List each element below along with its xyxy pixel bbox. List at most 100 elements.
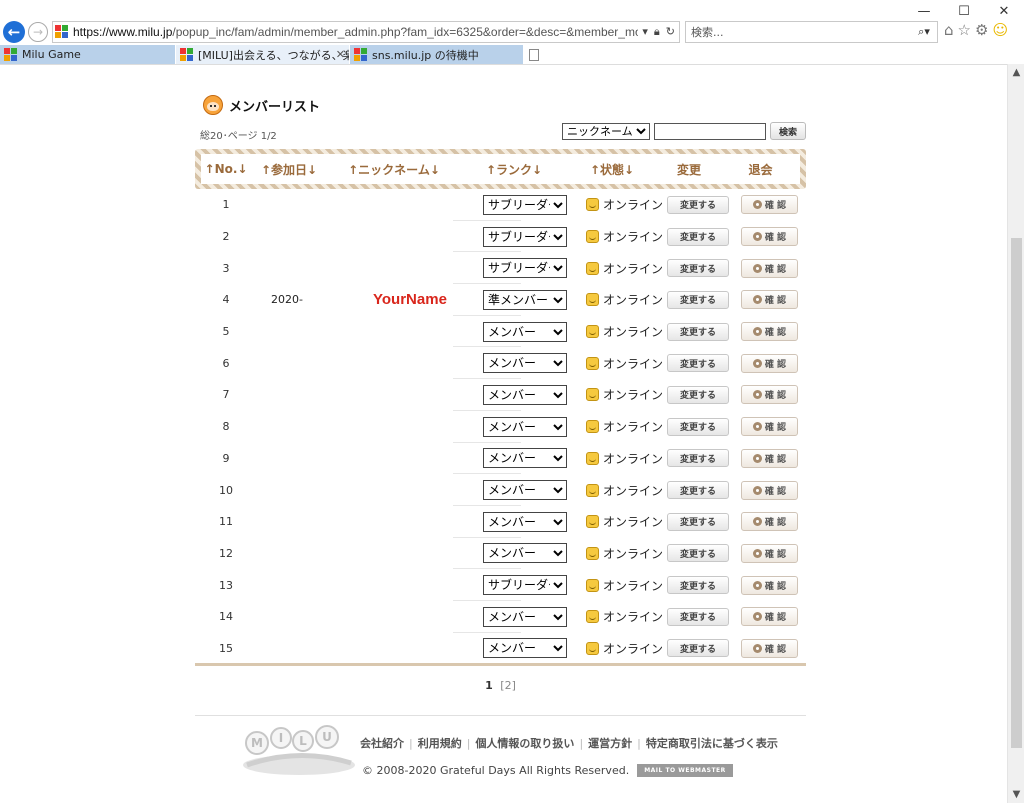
scroll-up-icon[interactable]: ▲ — [1008, 64, 1024, 81]
online-status-icon — [586, 420, 599, 434]
footer-separator: | — [409, 737, 413, 750]
member-nickname[interactable]: YourName — [373, 291, 447, 308]
close-icon[interactable]: ✕ — [984, 0, 1024, 22]
sort-status-header[interactable]: ↑状態↓ — [567, 161, 657, 178]
rank-select[interactable]: メンバー — [483, 321, 567, 342]
confirm-button[interactable]: 確 認 — [741, 638, 798, 658]
rank-select[interactable]: サブリーダー — [483, 575, 567, 596]
home-icon[interactable]: ⌂ — [944, 21, 954, 39]
rank-select[interactable]: サブリーダー — [483, 194, 567, 215]
confirm-circle-icon — [752, 358, 762, 368]
change-button[interactable]: 変更する — [667, 227, 729, 246]
rank-select[interactable]: メンバー — [483, 511, 567, 532]
change-button[interactable]: 変更する — [667, 354, 729, 373]
scroll-thumb[interactable] — [1011, 238, 1022, 748]
sort-no-header[interactable]: ↑No.↓ — [201, 162, 251, 176]
mail-webmaster-button[interactable]: MAIL TO WEBMASTER — [637, 764, 733, 777]
refresh-icon[interactable]: ↻ — [666, 25, 675, 39]
rank-select[interactable]: メンバー — [483, 638, 567, 659]
change-button[interactable]: 変更する — [667, 639, 729, 658]
table-footer-rule — [195, 663, 806, 666]
change-button[interactable]: 変更する — [667, 417, 729, 436]
confirm-button[interactable]: 確 認 — [741, 575, 798, 595]
search-input[interactable] — [654, 122, 766, 140]
footer-link[interactable]: 個人情報の取り扱い — [475, 737, 574, 750]
online-status-icon — [586, 610, 599, 624]
page-link-2[interactable]: [2] — [500, 679, 516, 692]
status-online: オンライン — [586, 608, 663, 625]
forward-button[interactable]: → — [28, 22, 48, 42]
gear-icon[interactable]: ⚙ — [975, 21, 988, 39]
change-button[interactable]: 変更する — [667, 512, 729, 531]
rank-select[interactable]: サブリーダー — [483, 258, 567, 279]
milu-logo[interactable]: M I L U — [239, 725, 359, 779]
table-row: 1 サブリーダー オンライン 変更する 確 認 — [195, 189, 806, 221]
change-button[interactable]: 変更する — [667, 576, 729, 595]
change-button[interactable]: 変更する — [667, 385, 729, 404]
confirm-button[interactable]: 確 認 — [741, 195, 798, 215]
footer-link[interactable]: 特定商取引法に基づく表示 — [646, 737, 778, 750]
rank-select[interactable]: サブリーダー — [483, 226, 567, 247]
rank-select[interactable]: メンバー — [483, 480, 567, 501]
url-text[interactable]: https://www.milu.jp/popup_inc/fam/admin/… — [73, 25, 638, 39]
confirm-button[interactable]: 確 認 — [741, 448, 798, 468]
rank-select[interactable]: メンバー — [483, 448, 567, 469]
dropdown-icon[interactable]: ▾ — [642, 25, 648, 39]
confirm-button[interactable]: 確 認 — [741, 322, 798, 342]
confirm-button[interactable]: 確 認 — [741, 227, 798, 247]
confirm-button[interactable]: 確 認 — [741, 543, 798, 563]
rank-select[interactable]: メンバー — [483, 543, 567, 564]
sort-joined-header[interactable]: ↑参加日↓ — [251, 161, 327, 178]
confirm-button[interactable]: 確 認 — [741, 290, 798, 310]
back-button[interactable]: ← — [3, 21, 25, 43]
footer-link[interactable]: 利用規約 — [418, 737, 462, 750]
confirm-button[interactable]: 確 認 — [741, 385, 798, 405]
change-button[interactable]: 変更する — [667, 481, 729, 500]
rank-select[interactable]: メンバー — [483, 606, 567, 627]
confirm-button[interactable]: 確 認 — [741, 353, 798, 373]
change-button[interactable]: 変更する — [667, 449, 729, 468]
member-no: 10 — [219, 483, 233, 497]
footer-link[interactable]: 運営方針 — [588, 737, 632, 750]
change-button[interactable]: 変更する — [667, 290, 729, 309]
feedback-smiley-icon[interactable]: ☺ — [992, 21, 1008, 39]
status-label: オンライン — [603, 578, 664, 593]
confirm-button[interactable]: 確 認 — [741, 258, 798, 278]
rank-select[interactable]: メンバー — [483, 353, 567, 374]
footer-link[interactable]: 会社紹介 — [360, 737, 404, 750]
change-button[interactable]: 変更する — [667, 259, 729, 278]
search-icon[interactable]: ⌕▾ — [911, 25, 937, 39]
confirm-button[interactable]: 確 認 — [741, 480, 798, 500]
status-online: オンライン — [586, 355, 663, 372]
maximize-icon[interactable]: ☐ — [944, 0, 984, 22]
address-bar[interactable]: https://www.milu.jp/popup_inc/fam/admin/… — [52, 21, 680, 43]
scroll-down-icon[interactable]: ▼ — [1008, 786, 1024, 803]
tab-milu-main[interactable]: [MILU]出会える、つながる、楽し... ✕ — [176, 45, 350, 64]
search-field-select[interactable]: ニックネーム — [562, 122, 650, 140]
rank-select[interactable]: メンバー — [483, 384, 567, 405]
footer-separator: | — [466, 737, 471, 750]
tab-sns-milu[interactable]: sns.milu.jp の待機中 — [350, 45, 524, 64]
lock-icon[interactable]: 🔒︎ — [654, 25, 660, 39]
sort-rank-header[interactable]: ↑ランク↓ — [461, 161, 567, 178]
rank-select[interactable]: メンバー — [483, 416, 567, 437]
confirm-button[interactable]: 確 認 — [741, 512, 798, 532]
vertical-scrollbar[interactable]: ▲ ▼ — [1007, 64, 1024, 803]
browser-search-box[interactable]: 検索... ⌕▾ — [685, 21, 938, 43]
tab-close-icon[interactable]: ✕ — [336, 48, 345, 61]
sort-nickname-header[interactable]: ↑ニックネーム↓ — [327, 161, 461, 178]
change-button[interactable]: 変更する — [667, 322, 729, 341]
change-button[interactable]: 変更する — [667, 195, 729, 214]
change-button[interactable]: 変更する — [667, 544, 729, 563]
footer-separator: | — [579, 737, 584, 750]
tab-milu-game[interactable]: Milu Game — [0, 45, 176, 64]
rank-select[interactable]: 準メンバー — [483, 289, 567, 310]
search-button[interactable]: 検索 — [770, 122, 806, 140]
minimize-icon[interactable]: — — [904, 0, 944, 22]
confirm-button[interactable]: 確 認 — [741, 417, 798, 437]
confirm-button[interactable]: 確 認 — [741, 607, 798, 627]
change-button[interactable]: 変更する — [667, 607, 729, 626]
new-tab-button[interactable] — [524, 45, 544, 64]
favorites-star-icon[interactable]: ☆ — [958, 21, 971, 39]
table-row: 2 サブリーダー オンライン 変更する 確 認 — [195, 221, 806, 253]
